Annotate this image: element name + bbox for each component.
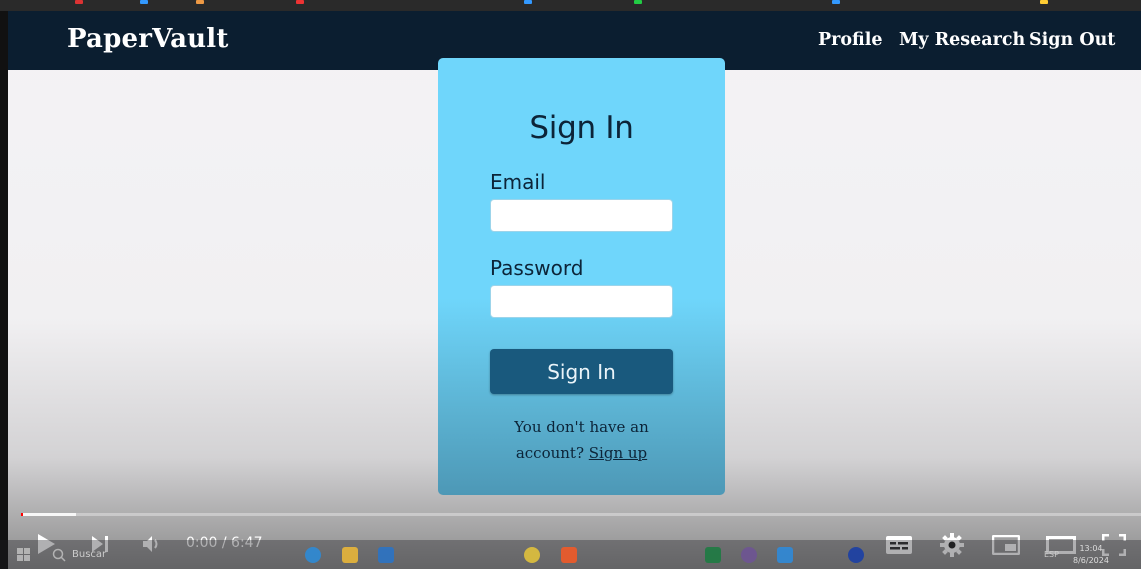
taskbar-search-text[interactable]: Buscar [72,549,106,560]
signup-link[interactable]: Sign up [589,444,647,462]
bookmark-icon[interactable] [75,0,83,4]
taskbar-clock[interactable]: 13:04 8/6/2024 [1073,543,1109,567]
vscode-icon[interactable] [777,547,793,563]
file-explorer-icon[interactable] [342,547,358,563]
signup-prompt-block: You don't have an account? Sign up [508,414,655,466]
bookmark-icon[interactable] [296,0,304,4]
bookmark-icon[interactable] [196,0,204,4]
signin-card: Sign In Email Password Sign In You don't… [438,58,725,495]
browser-bookmarks-strip [0,0,1141,11]
os-taskbar: Buscar 13:04 8/6/2024 ESP [0,540,1141,569]
bookmark-icon[interactable] [634,0,642,4]
video-played-bar [21,513,23,516]
taskbar-time: 13:04 [1079,544,1103,553]
nav-profile-link[interactable]: Profile [818,30,883,50]
nav-my-research-link[interactable]: My Research [899,30,1025,50]
signin-button[interactable]: Sign In [490,349,673,394]
github-icon[interactable] [741,547,757,563]
taskbar-language[interactable]: ESP [1044,550,1059,559]
bookmark-icon[interactable] [832,0,840,4]
email-field[interactable] [490,199,673,232]
site-brand[interactable]: PaperVault [67,24,229,54]
excel-icon[interactable] [705,547,721,563]
video-progress-bar[interactable] [21,513,1141,516]
edge-icon[interactable] [305,547,321,563]
bookmark-icon[interactable] [524,0,532,4]
chrome-icon[interactable] [524,547,540,563]
signin-title: Sign In [529,110,634,146]
password-label: Password [490,256,584,280]
video-frame[interactable]: PaperVault Profile My Research Sign Out … [8,11,1141,569]
brave-icon[interactable] [561,547,577,563]
password-field[interactable] [490,285,673,318]
search-icon[interactable] [52,547,68,563]
bookmark-icon[interactable] [140,0,148,4]
video-buffer-bar [21,513,76,516]
taskbar-date: 8/6/2024 [1073,556,1109,565]
nav-sign-out-link[interactable]: Sign Out [1029,30,1115,50]
app-icon[interactable] [848,547,864,563]
bookmark-icon[interactable] [1040,0,1048,4]
mail-icon[interactable] [378,547,394,563]
windows-start-icon[interactable] [17,547,33,563]
email-label: Email [490,170,546,194]
